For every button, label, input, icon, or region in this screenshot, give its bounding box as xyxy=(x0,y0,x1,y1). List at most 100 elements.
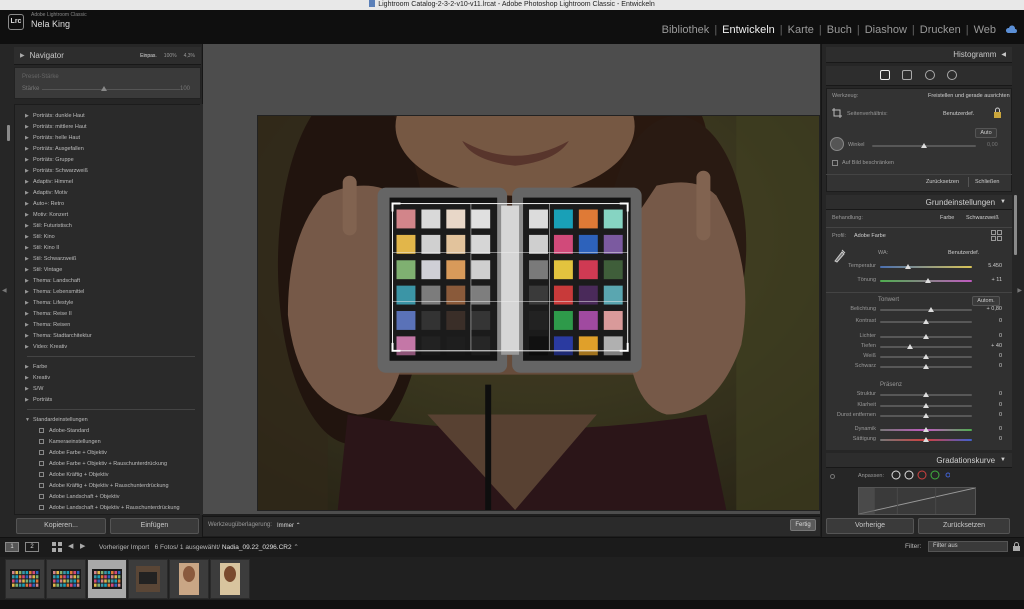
crop-reset-button[interactable]: Zurücksetzen xyxy=(926,179,959,185)
preset-item[interactable]: Adobe Farbe + Objektiv + Rauschunterdrüc… xyxy=(15,459,200,470)
profile-browser-icon[interactable] xyxy=(991,230,1002,241)
preset-group[interactable]: ▶ Kreativ xyxy=(15,373,200,384)
preset-group[interactable]: ▶ Stil: Futuristisch xyxy=(15,221,200,232)
profile-select[interactable]: Adobe Farbe xyxy=(854,233,886,239)
preset-group[interactable]: ▶ Video: Kreativ xyxy=(15,342,200,353)
slider-knob[interactable] xyxy=(923,364,929,369)
paste-settings-button[interactable]: Einfügen xyxy=(110,518,199,534)
preset-group[interactable]: ▶ Stil: Kino II xyxy=(15,243,200,254)
tone-auto-button[interactable]: Autom. xyxy=(972,296,1000,306)
filmstrip-source[interactable]: Vorheriger Import 6 Fotos/ 1 ausgewählt/… xyxy=(99,543,299,551)
preset-group[interactable]: ▶ Porträts xyxy=(15,395,200,406)
basic-panel-header[interactable]: Grundeinstellungen ▼ xyxy=(826,195,1012,210)
preset-group[interactable]: ▶ Stil: Schwarzweiß xyxy=(15,254,200,265)
filter-select[interactable]: Filter aus xyxy=(928,541,1008,552)
module-entwickeln[interactable]: Entwickeln xyxy=(722,24,775,36)
preset-group[interactable]: ▶ Stil: Vintage xyxy=(15,265,200,276)
preset-group[interactable]: ▶ Thema: Lebensmittel xyxy=(15,287,200,298)
slider-knob[interactable] xyxy=(923,413,929,418)
lock-icon[interactable] xyxy=(993,107,1002,118)
filter-lock-icon[interactable] xyxy=(1013,542,1020,551)
preset-item[interactable]: Adobe Landschaft + Objektiv xyxy=(15,492,200,503)
preset-amount-knob[interactable] xyxy=(101,86,108,91)
filmstrip-thumbnail[interactable] xyxy=(210,559,250,599)
photo-crop-view[interactable] xyxy=(257,115,820,511)
treatment-bw-option[interactable]: Schwarzweiß xyxy=(966,215,999,221)
preset-group[interactable]: ▶ Adaptiv: Himmel xyxy=(15,177,200,188)
preset-item[interactable]: Adobe Kräftig + Objektiv + Rauschunterdr… xyxy=(15,481,200,492)
preset-group[interactable]: ▶ Thema: Stadtarchitektur xyxy=(15,331,200,342)
copy-settings-button[interactable]: Kopieren... xyxy=(16,518,106,534)
preset-group[interactable]: ▼ Standardeinstellungen xyxy=(15,415,200,426)
right-panel-scrollbar[interactable] xyxy=(1014,195,1017,255)
navigator-header[interactable]: ▶ Navigator Einpas. 100% 4,3% xyxy=(14,47,201,65)
preset-group[interactable]: ▶ Porträts: helle Haut xyxy=(15,133,200,144)
slider-knob[interactable] xyxy=(923,437,929,442)
filmstrip-thumbnail-selected[interactable] xyxy=(87,559,127,599)
crop-auto-button[interactable]: Auto xyxy=(975,128,997,138)
preset-group[interactable]: ▶ S/W xyxy=(15,384,200,395)
crop-frame-icon[interactable] xyxy=(832,108,842,118)
collapse-left-panel-icon[interactable]: ◀ xyxy=(2,287,7,294)
constrain-checkbox[interactable] xyxy=(832,160,838,166)
filmstrip-thumbnail[interactable] xyxy=(5,559,45,599)
slider-knob[interactable] xyxy=(923,403,929,408)
wb-select[interactable]: Benutzerdef. xyxy=(948,250,979,256)
tone-curve-graph[interactable] xyxy=(858,487,976,515)
tone-curve-header[interactable]: Gradationskurve ▼ xyxy=(826,453,1012,468)
slider-value[interactable]: 0 xyxy=(980,363,1002,369)
target-adjust-icon[interactable] xyxy=(830,474,835,479)
crop-close-button[interactable]: Schließen xyxy=(975,179,999,185)
previous-arrow-icon[interactable]: ◀ xyxy=(68,542,73,550)
straighten-tool-icon[interactable] xyxy=(830,137,844,151)
zoom-other-option[interactable]: 4,3% xyxy=(184,53,195,59)
slider-knob[interactable] xyxy=(923,319,929,324)
crop-tool-icon[interactable] xyxy=(880,70,890,80)
preset-group[interactable]: ▶ Thema: Reise II xyxy=(15,309,200,320)
slider-value[interactable]: 0 xyxy=(980,333,1002,339)
slider-knob[interactable] xyxy=(923,334,929,339)
curve-channel-selector[interactable] xyxy=(890,470,950,480)
slider-knob[interactable] xyxy=(927,307,934,312)
slider-value[interactable]: + 11 xyxy=(980,277,1002,283)
preset-group[interactable]: ▶ Thema: Reisen xyxy=(15,320,200,331)
slider-track[interactable] xyxy=(880,266,972,268)
slider-value[interactable]: 0 xyxy=(980,318,1002,324)
preset-group[interactable]: ▶ Adaptiv: Motiv xyxy=(15,188,200,199)
preset-group[interactable]: ▶ Thema: Lifestyle xyxy=(15,298,200,309)
slider-value[interactable]: + 0,80 xyxy=(980,306,1002,312)
module-diashow[interactable]: Diashow xyxy=(865,24,907,36)
angle-slider-knob[interactable] xyxy=(921,143,927,148)
next-arrow-icon[interactable]: ▶ xyxy=(80,542,85,550)
preset-item[interactable]: Adobe Farbe + Objektiv xyxy=(15,448,200,459)
preset-group[interactable]: ▶ Porträts: dunkle Haut xyxy=(15,111,200,122)
slider-value[interactable]: 0 xyxy=(980,436,1002,442)
preset-group[interactable]: ▶ Porträts: Gruppe xyxy=(15,155,200,166)
aspect-ratio-select[interactable]: Benutzerdef. xyxy=(943,111,974,117)
slider-value[interactable]: 5.450 xyxy=(980,263,1002,269)
slider-track[interactable] xyxy=(880,346,972,348)
zoom-100-option[interactable]: 100% xyxy=(164,53,177,59)
preset-group[interactable]: ▶ Motiv: Konzert xyxy=(15,210,200,221)
reset-settings-button[interactable]: Zurücksetzen xyxy=(918,518,1010,534)
preset-item[interactable]: Adobe Landschaft + Objektiv + Rauschunte… xyxy=(15,503,200,514)
preset-group[interactable]: ▶ Porträts: Schwarzweiß xyxy=(15,166,200,177)
slider-value[interactable]: 0 xyxy=(980,391,1002,397)
preset-item[interactable]: Adobe Kräftig + Objektiv xyxy=(15,470,200,481)
grid-view-icon[interactable] xyxy=(52,542,62,552)
module-bibliothek[interactable]: Bibliothek xyxy=(662,24,710,36)
slider-track[interactable] xyxy=(880,309,972,311)
slider-knob[interactable] xyxy=(924,278,931,283)
filmstrip-thumbnail[interactable] xyxy=(128,559,168,599)
preset-item[interactable]: Kameraeinstellungen xyxy=(15,437,200,448)
module-karte[interactable]: Karte xyxy=(788,24,814,36)
preset-group[interactable]: ▶ Auto+: Retro xyxy=(15,199,200,210)
healing-brush-icon[interactable] xyxy=(902,70,912,80)
secondary-window-button[interactable]: 2 xyxy=(25,542,39,552)
preset-item[interactable]: Adobe-Standard xyxy=(15,426,200,437)
module-drucken[interactable]: Drucken xyxy=(920,24,961,36)
tool-overlay-select[interactable]: Immer ⌃ xyxy=(277,522,301,529)
slider-value[interactable]: 0 xyxy=(980,412,1002,418)
module-buch[interactable]: Buch xyxy=(827,24,852,36)
preset-group[interactable]: ▶ Thema: Landschaft xyxy=(15,276,200,287)
